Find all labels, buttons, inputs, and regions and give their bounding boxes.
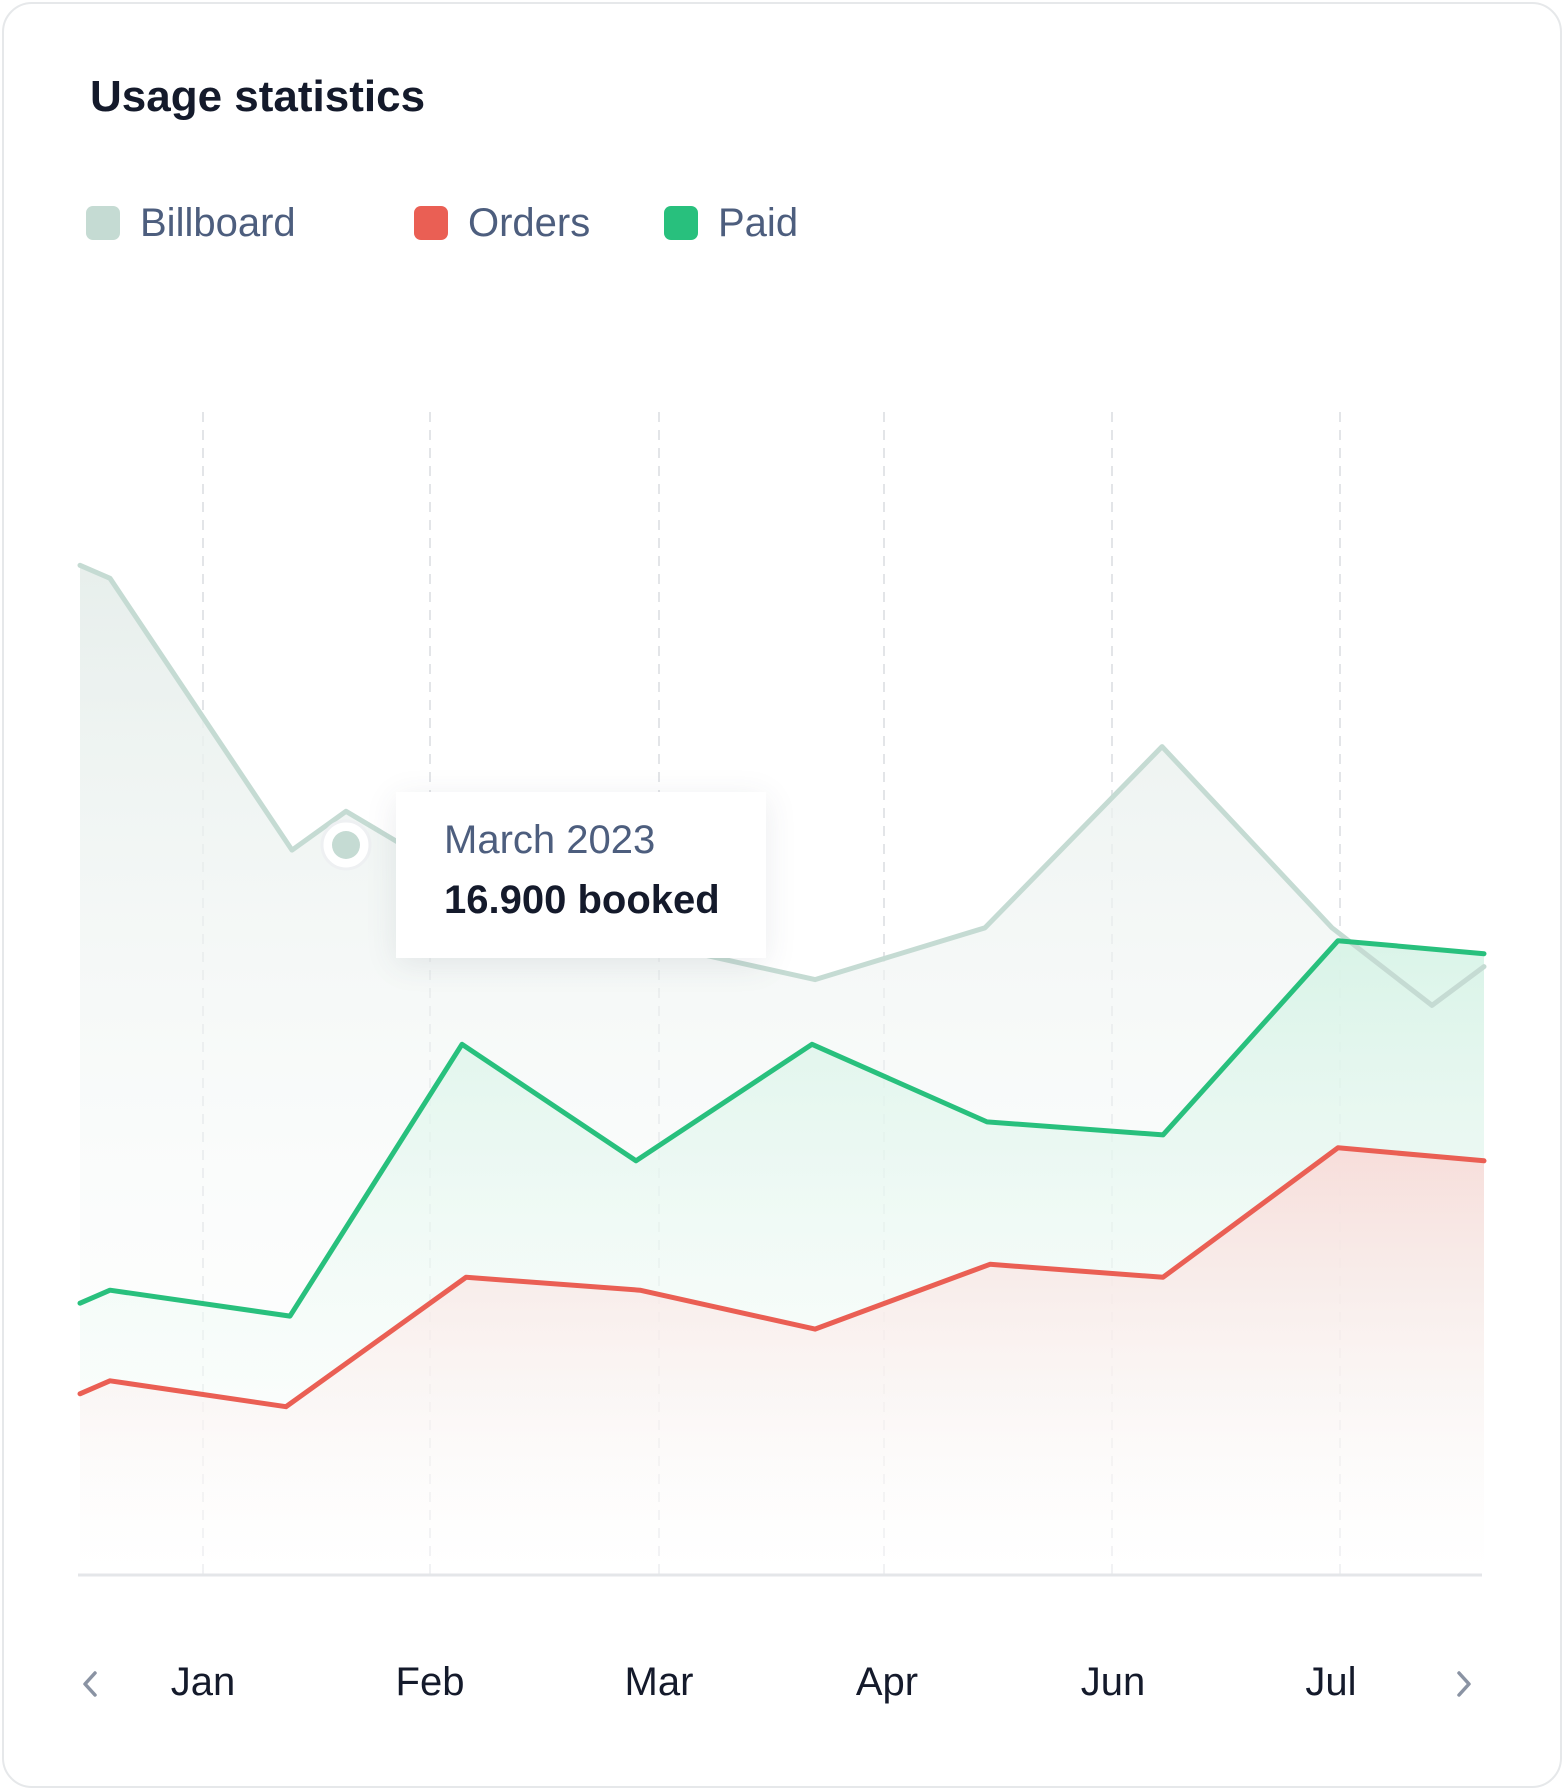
x-tick-label: Mar <box>624 1660 694 1704</box>
highlight-marker-dot[interactable] <box>332 831 360 859</box>
tooltip-value: 16.900 booked <box>444 878 720 922</box>
chevron-left-icon[interactable] <box>70 1664 110 1704</box>
x-tick-label: Jan <box>170 1660 236 1704</box>
x-tick-label: Jul <box>1305 1660 1357 1704</box>
usage-area-chart <box>77 412 1487 1577</box>
x-tick-label: Jun <box>1080 1660 1146 1704</box>
chart-areas <box>80 565 1484 1575</box>
highlight-marker <box>320 819 372 871</box>
chart-tooltip: March 2023 16.900 booked <box>396 792 766 958</box>
x-tick-label: Apr <box>855 1660 919 1704</box>
x-tick-label: Feb <box>395 1660 465 1704</box>
chevron-right-icon[interactable] <box>1444 1664 1484 1704</box>
tooltip-month: March 2023 <box>444 818 656 862</box>
